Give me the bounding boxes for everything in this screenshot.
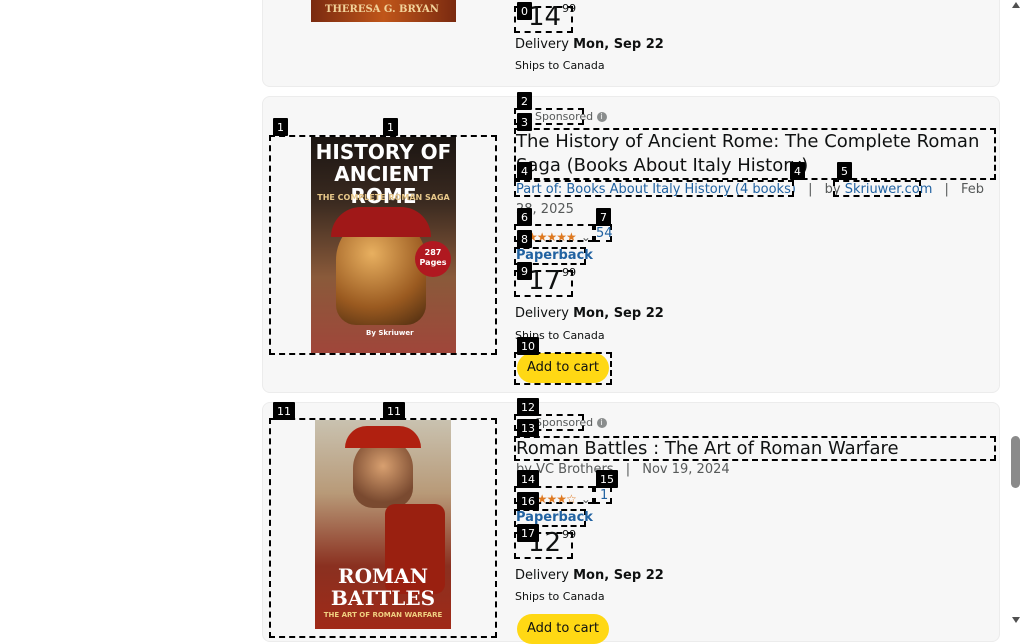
delivery-info: Delivery Mon, Sep 22	[515, 37, 664, 52]
delivery-label: Delivery	[515, 306, 569, 321]
marker-17: 17	[517, 524, 539, 542]
price-fraction: 99	[562, 528, 577, 541]
delivery-date: Mon, Sep 22	[573, 37, 664, 52]
marker-11: 11	[273, 402, 295, 420]
price-whole: 14	[528, 2, 562, 32]
helmet-crest	[331, 207, 431, 237]
scrollbar[interactable]	[1009, 0, 1024, 629]
marker-11b: 11	[383, 402, 405, 420]
price-1[interactable]: 1799	[528, 266, 577, 296]
separator-2: |	[944, 182, 949, 197]
scrollbar-thumb[interactable]	[1011, 436, 1020, 488]
cover-subtitle: THE COMPLETE ROMAN SAGA	[317, 193, 450, 202]
separator: |	[625, 462, 631, 477]
marker-10: 10	[517, 337, 539, 355]
marker-9: 9	[517, 262, 532, 280]
format-link-2[interactable]: Paperback	[516, 510, 593, 525]
author-link-box	[833, 180, 921, 197]
separator: |	[808, 182, 813, 197]
pages-badge: 287 Pages	[415, 241, 451, 277]
book-title-link-1[interactable]: The History of Ancient Rome: The Complet…	[516, 130, 992, 178]
delivery-date: Mon, Sep 22	[573, 568, 664, 583]
rating-count-link[interactable]: 54	[596, 226, 613, 241]
add-to-cart-button-2[interactable]: Add to cart	[517, 614, 609, 644]
info-icon[interactable]: i	[596, 418, 607, 428]
price-fraction: 99	[562, 2, 577, 15]
soldier-illustration	[353, 438, 413, 508]
chevron-down-icon[interactable]: ⌄	[581, 492, 591, 506]
marker-14: 14	[517, 470, 539, 488]
book-cover-1[interactable]: HISTORY OF ANCIENT ROME THE COMPLETE ROM…	[311, 137, 456, 353]
add-to-cart-box	[514, 352, 612, 385]
delivery-info-2: Delivery Mon, Sep 22	[515, 568, 664, 583]
marker-5: 5	[837, 162, 852, 180]
scroll-down-arrow[interactable]	[1012, 617, 1020, 623]
cover-author-text: THERESA G. BRYAN	[325, 4, 439, 15]
delivery-label: Delivery	[515, 37, 569, 52]
soldier-crest	[345, 426, 421, 448]
book-cover-top[interactable]: THERESA G. BRYAN	[311, 0, 456, 22]
marker-12: 12	[517, 398, 539, 416]
chevron-down-icon[interactable]: ⌄	[581, 230, 591, 244]
sponsored-text: Sponsored	[535, 110, 594, 123]
pages-badge-text: 287 Pages	[419, 248, 447, 267]
marker-1: 1	[273, 118, 288, 136]
price: 1499	[528, 2, 577, 32]
book-cover-2[interactable]: ROMAN BATTLES THE ART OF ROMAN WARFARE	[315, 420, 451, 629]
delivery-date: Mon, Sep 22	[573, 306, 664, 321]
marker-4: 4	[517, 162, 532, 180]
book-meta-2: by VC Brothers | Nov 19, 2024	[516, 462, 730, 477]
format-link[interactable]: Paperback	[516, 248, 593, 263]
marker-0: 0	[517, 2, 532, 20]
info-icon[interactable]: i	[596, 112, 607, 122]
sponsored-label[interactable]: Sponsored i	[535, 110, 607, 123]
cover-subtitle-2: THE ART OF ROMAN WARFARE	[323, 611, 443, 619]
cover-author: By Skriuwer	[366, 329, 414, 337]
stars-icon: ★★★★★	[527, 230, 577, 244]
sponsored-label-2[interactable]: Sponsored i	[535, 416, 607, 429]
ships-to-2: Ships to Canada	[515, 590, 605, 603]
publish-date: Nov 19, 2024	[642, 462, 730, 477]
marker-1b: 1	[383, 118, 398, 136]
marker-2: 2	[517, 92, 532, 110]
marker-15: 15	[596, 470, 618, 488]
marker-13: 13	[517, 419, 539, 437]
price-fraction: 99	[562, 266, 577, 279]
scroll-up-arrow[interactable]	[1012, 2, 1020, 8]
marker-4b: 4	[790, 162, 805, 180]
ships-to: Ships to Canada	[515, 59, 605, 72]
cover-title-2: ROMAN BATTLES	[330, 564, 436, 610]
marker-16: 16	[517, 492, 539, 510]
marker-7: 7	[596, 208, 611, 226]
star-rating-1[interactable]: ★★★★★ ⌄	[527, 226, 591, 245]
marker-6: 6	[517, 208, 532, 226]
sponsored-text: Sponsored	[535, 416, 594, 429]
price-whole: 17	[528, 266, 562, 296]
delivery-info-1: Delivery Mon, Sep 22	[515, 306, 664, 321]
series-link-box	[514, 180, 794, 197]
marker-8: 8	[517, 230, 532, 248]
rating-count-link-2[interactable]: 1	[600, 488, 608, 503]
delivery-label: Delivery	[515, 568, 569, 583]
book-title-link-2[interactable]: Roman Battles : The Art of Roman Warfare	[516, 437, 899, 461]
